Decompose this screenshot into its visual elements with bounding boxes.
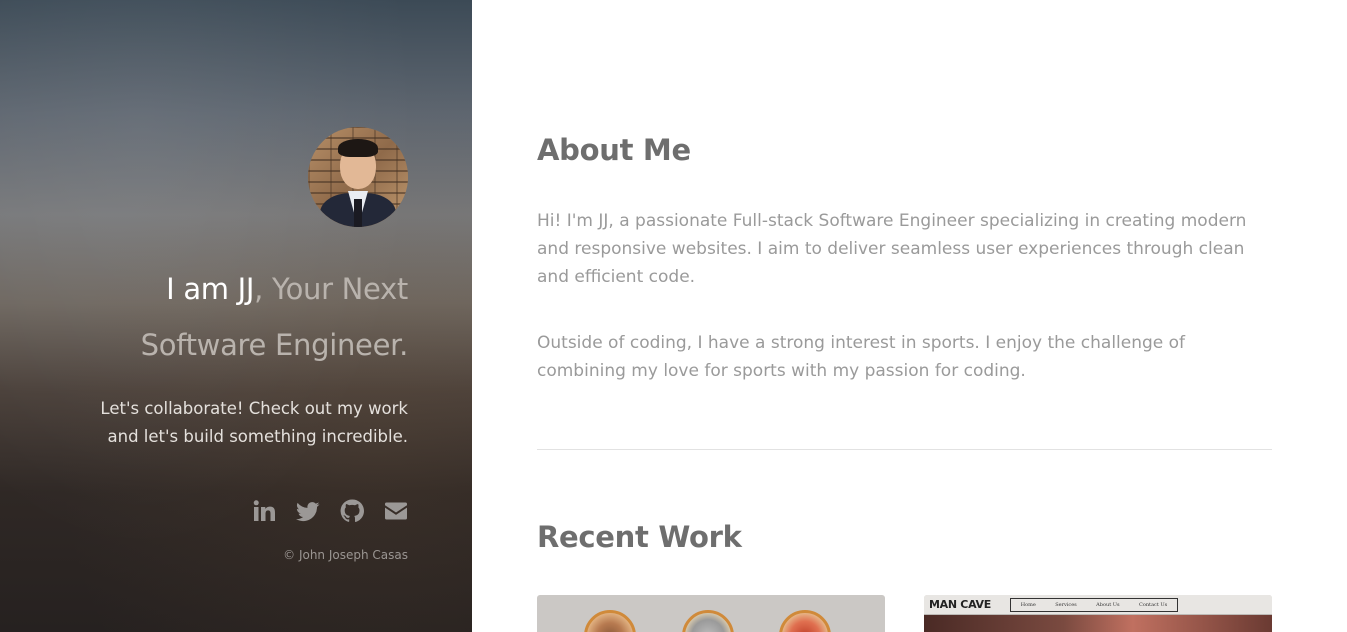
man-cave-hero-image [924,615,1272,632]
copyright: © John Joseph Casas [283,548,408,562]
headline-highlight: I am JJ [166,272,255,306]
section-divider [537,449,1272,450]
about-paragraph-2: Outside of coding, I have a strong inter… [537,333,1186,381]
food-project-thumbnail[interactable] [537,595,885,632]
github-icon[interactable] [340,499,364,523]
email-icon[interactable] [384,499,408,523]
man-cave-logo: MAN CAVE [929,598,991,611]
man-cave-project-thumbnail[interactable]: MAN CAVE Home Services About Us Contact … [924,595,1272,632]
social-links [252,499,408,523]
food-plate-image [779,610,831,632]
about-paragraph-1: Hi! I'm JJ, a passionate Full-stack Soft… [537,211,1247,287]
man-cave-header: MAN CAVE Home Services About Us Contact … [924,595,1272,615]
about-title: About Me [537,133,691,167]
man-cave-nav-services: Services [1055,602,1077,608]
tagline-line-2: and let's build something incredible. [107,427,409,446]
man-cave-nav-about: About Us [1096,602,1120,608]
food-plate-image [584,610,636,632]
avatar [308,127,408,227]
headline-rest: , Your Next [254,272,408,306]
headline-role: Software Engineer. [140,328,409,362]
sidebar: I am JJ, Your Next Software Engineer. Le… [0,0,472,632]
recent-work-title: Recent Work [537,520,742,554]
tagline-line-1: Let's collaborate! Check out my work [100,399,408,418]
twitter-icon[interactable] [296,499,320,523]
linkedin-icon[interactable] [252,499,276,523]
food-plate-image [682,610,734,632]
headline: I am JJ, Your Next Software Engineer. [68,261,409,373]
man-cave-nav-contact: Contact Us [1139,602,1168,608]
tagline: Let's collaborate! Check out my work and… [68,395,408,451]
man-cave-nav-home: Home [1020,602,1036,608]
man-cave-nav: Home Services About Us Contact Us [1010,598,1178,612]
main-content: About Me Hi! I'm JJ, a passionate Full-s… [537,0,1272,632]
